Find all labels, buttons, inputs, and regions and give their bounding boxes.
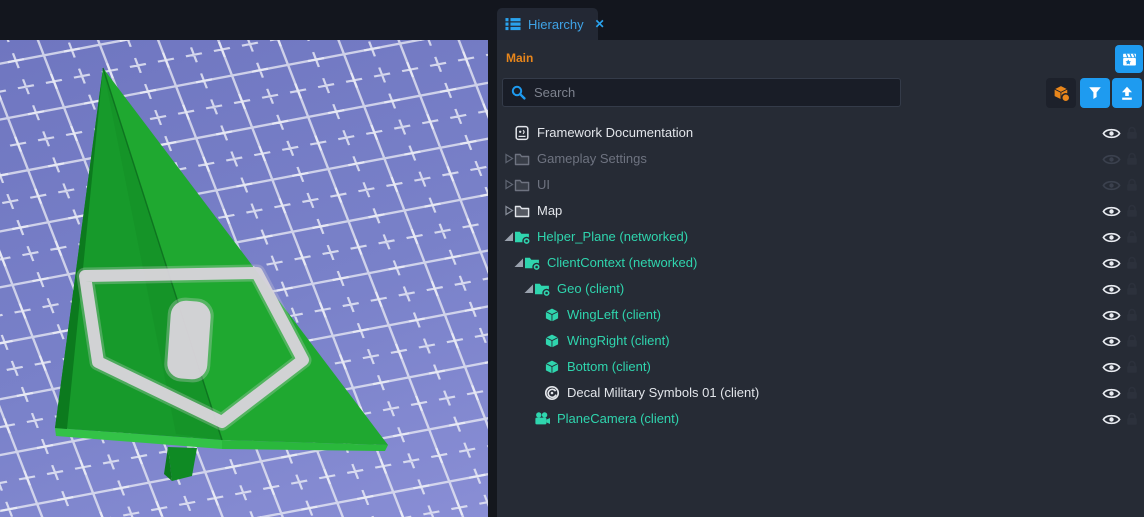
orange-cube-icon bbox=[1052, 84, 1071, 103]
tree-row[interactable]: Bottom (client) bbox=[497, 354, 1144, 380]
visibility-eye-icon[interactable] bbox=[1102, 283, 1121, 296]
tree-row[interactable]: Helper_Plane (networked) bbox=[497, 224, 1144, 250]
context-label: Main bbox=[506, 51, 533, 65]
visibility-eye-icon[interactable] bbox=[1102, 153, 1121, 166]
folder-icon bbox=[514, 203, 530, 219]
visibility-eye-icon[interactable] bbox=[1102, 413, 1121, 426]
lock-icon[interactable] bbox=[1126, 334, 1138, 348]
lock-icon[interactable] bbox=[1126, 126, 1138, 140]
tree-row[interactable]: Decal Military Symbols 01 (client) bbox=[497, 380, 1144, 406]
tree-item-label: ClientContext (networked) bbox=[547, 250, 697, 276]
viewport-render bbox=[0, 40, 488, 517]
lock-icon[interactable] bbox=[1126, 230, 1138, 244]
tree-row[interactable]: Map bbox=[497, 198, 1144, 224]
folder-icon bbox=[514, 151, 530, 167]
tree-row[interactable]: WingLeft (client) bbox=[497, 302, 1144, 328]
upload-arrow-icon bbox=[1119, 85, 1135, 101]
cube-icon bbox=[544, 359, 560, 375]
panel-splitter[interactable] bbox=[488, 40, 497, 517]
lock-icon[interactable] bbox=[1126, 282, 1138, 296]
plane-fin bbox=[168, 447, 197, 481]
doc-icon bbox=[514, 125, 530, 141]
tree-row[interactable]: PlaneCamera (client) bbox=[497, 406, 1144, 432]
hierarchy-panel: Main bbox=[497, 40, 1144, 517]
lock-icon[interactable] bbox=[1126, 256, 1138, 270]
publish-button[interactable] bbox=[1112, 78, 1142, 108]
tree-item-label: WingLeft (client) bbox=[567, 302, 661, 328]
expand-arrow-icon[interactable] bbox=[513, 257, 524, 268]
tree-item-label: Bottom (client) bbox=[567, 354, 651, 380]
folder-badge-icon bbox=[534, 281, 550, 297]
visibility-eye-icon[interactable] bbox=[1102, 309, 1121, 322]
tree-row[interactable]: UI bbox=[497, 172, 1144, 198]
expand-arrow-icon[interactable] bbox=[523, 283, 534, 294]
decal-icon bbox=[544, 385, 560, 401]
networked-objects-button[interactable] bbox=[1046, 78, 1076, 108]
visibility-eye-icon[interactable] bbox=[1102, 127, 1121, 140]
visibility-eye-icon[interactable] bbox=[1102, 179, 1121, 192]
tab-close-icon[interactable]: ✕ bbox=[591, 17, 609, 31]
tree-item-label: Decal Military Symbols 01 (client) bbox=[567, 380, 759, 406]
tree-item-label: Map bbox=[537, 198, 562, 224]
visibility-eye-icon[interactable] bbox=[1102, 361, 1121, 374]
lock-icon[interactable] bbox=[1126, 204, 1138, 218]
tree-item-label: Geo (client) bbox=[557, 276, 624, 302]
editor-window: Hierarchy ✕ Main bbox=[0, 0, 1144, 517]
lock-icon[interactable] bbox=[1126, 152, 1138, 166]
visibility-eye-icon[interactable] bbox=[1102, 205, 1121, 218]
search-icon bbox=[511, 85, 526, 100]
cinematic-button[interactable] bbox=[1115, 45, 1143, 73]
visibility-eye-icon[interactable] bbox=[1102, 257, 1121, 270]
lock-icon[interactable] bbox=[1126, 386, 1138, 400]
tree-row[interactable]: Framework Documentation bbox=[497, 120, 1144, 146]
tree-row[interactable]: Gameplay Settings bbox=[497, 146, 1144, 172]
lock-icon[interactable] bbox=[1126, 412, 1138, 426]
lock-icon[interactable] bbox=[1126, 308, 1138, 322]
expand-arrow-icon[interactable] bbox=[503, 179, 514, 190]
expand-arrow-icon[interactable] bbox=[503, 231, 514, 242]
tab-label: Hierarchy bbox=[528, 17, 584, 32]
folder-icon bbox=[514, 177, 530, 193]
search-box[interactable] bbox=[502, 78, 901, 107]
tab-bar: Hierarchy ✕ bbox=[0, 0, 1144, 40]
folder-badge-icon bbox=[524, 255, 540, 271]
cube-icon bbox=[544, 307, 560, 323]
tree-item-label: Gameplay Settings bbox=[537, 146, 647, 172]
search-input[interactable] bbox=[532, 84, 892, 101]
visibility-eye-icon[interactable] bbox=[1102, 387, 1121, 400]
funnel-icon bbox=[1087, 85, 1103, 101]
tree-row[interactable]: WingRight (client) bbox=[497, 328, 1144, 354]
filter-button[interactable] bbox=[1080, 78, 1110, 108]
expand-arrow-icon[interactable] bbox=[503, 153, 514, 164]
tree-item-label: PlaneCamera (client) bbox=[557, 406, 679, 432]
viewport-3d[interactable] bbox=[0, 40, 488, 517]
camera-icon bbox=[534, 411, 550, 427]
tree-row[interactable]: Geo (client) bbox=[497, 276, 1144, 302]
cube-icon bbox=[544, 333, 560, 349]
tree-row[interactable]: ClientContext (networked) bbox=[497, 250, 1144, 276]
tree-item-label: Framework Documentation bbox=[537, 120, 693, 146]
tree-item-label: WingRight (client) bbox=[567, 328, 670, 354]
tree-item-label: Helper_Plane (networked) bbox=[537, 224, 688, 250]
clapperboard-icon bbox=[1121, 51, 1138, 68]
expand-arrow-icon[interactable] bbox=[503, 205, 514, 216]
hierarchy-tree: Framework DocumentationGameplay Settings… bbox=[497, 120, 1144, 432]
lock-icon[interactable] bbox=[1126, 178, 1138, 192]
visibility-eye-icon[interactable] bbox=[1102, 335, 1121, 348]
lock-icon[interactable] bbox=[1126, 360, 1138, 374]
folder-badge-icon bbox=[514, 229, 530, 245]
hierarchy-icon bbox=[505, 16, 521, 32]
tab-hierarchy[interactable]: Hierarchy ✕ bbox=[497, 8, 598, 40]
tree-item-label: UI bbox=[537, 172, 550, 198]
visibility-eye-icon[interactable] bbox=[1102, 231, 1121, 244]
